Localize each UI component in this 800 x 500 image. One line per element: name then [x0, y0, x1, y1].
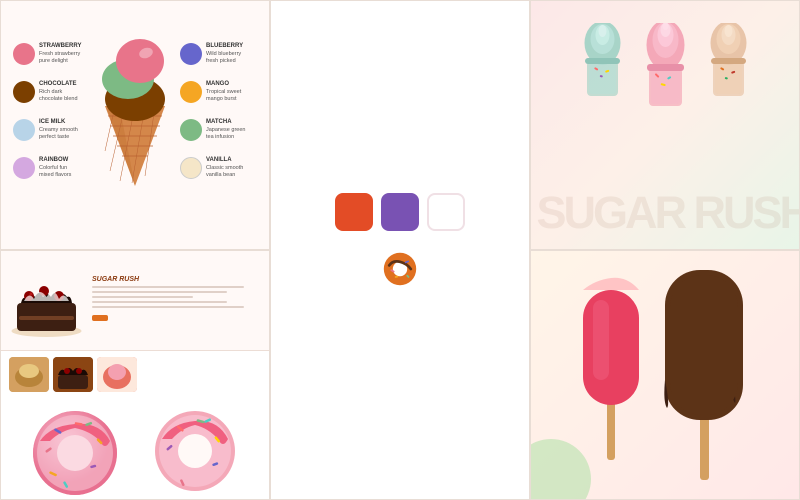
- flavor-text-chocolate: CHOCOLATERich darkchocolate blend: [39, 81, 78, 103]
- flavor-strawberry: STRAWBERRYFresh strawberrypure delight: [13, 43, 90, 65]
- panel-center-logo: [270, 0, 530, 500]
- badge-html5: [335, 193, 373, 231]
- flavor-matcha: MATCHAJapanese greentea infusion: [180, 119, 257, 141]
- flavor-dot-matcha: [180, 119, 202, 141]
- thumb-1: [9, 357, 49, 392]
- cup-caramel-svg: [701, 23, 756, 103]
- cup-strawberry-svg: [638, 23, 693, 113]
- flavor-list-left: STRAWBERRYFresh strawberrypure delight C…: [13, 43, 90, 179]
- cake-line-3: [92, 296, 193, 298]
- flavor-text-strawberry: STRAWBERRYFresh strawberrypure delight: [39, 43, 81, 65]
- flavor-dot-rainbow: [13, 157, 35, 179]
- shop-now-button[interactable]: [92, 315, 108, 321]
- flavor-dot-vanilla: [180, 157, 202, 179]
- tech-badges: [335, 193, 465, 231]
- cake-description-lines: [92, 286, 261, 308]
- cake-line-5: [92, 306, 244, 308]
- panel-ice-cream-flavors: STRAWBERRYFresh strawberrypure delight C…: [0, 0, 270, 250]
- cake-image: [9, 261, 84, 341]
- big-donut-svg: [15, 401, 255, 496]
- cake-line-2: [92, 291, 227, 293]
- thumb-3: [97, 357, 137, 392]
- cake-line-4: [92, 301, 227, 303]
- ice-cream-cups-row: [543, 23, 787, 113]
- flavor-blueberry: BLUEBERRYWild blueberryfresh picked: [180, 43, 257, 65]
- flavor-dot-chocolate: [13, 81, 35, 103]
- brand-logo: [376, 251, 424, 287]
- panel-bottom-left: SUGAR RUSH: [0, 250, 270, 500]
- panel-popsicle: [530, 250, 800, 500]
- flavor-dot-icemilk: [13, 119, 35, 141]
- cup-mint-svg: [575, 23, 630, 103]
- flavor-list-right: BLUEBERRYWild blueberryfresh picked MANG…: [180, 43, 257, 179]
- panel-sugar-rush-hero: SUGAR RUSH: [530, 0, 800, 250]
- donut-big-area: [1, 398, 269, 498]
- cake-content: SUGAR RUSH: [92, 276, 261, 326]
- flavor-rainbow: RAINBOWColorful funmixed flavors: [13, 157, 90, 179]
- ice-cream-cone-illustration: [90, 31, 180, 191]
- flavor-chocolate: CHOCOLATERich darkchocolate blend: [13, 81, 90, 103]
- badge-sass: [427, 193, 465, 231]
- flavor-text-blueberry: BLUEBERRYWild blueberryfresh picked: [206, 43, 243, 65]
- flavor-vanilla: VANILLAClassic smoothvanilla bean: [180, 157, 257, 179]
- cake-thumbnails: [1, 351, 269, 398]
- flavor-mango: MANGOTropical sweetmango burst: [180, 81, 257, 103]
- cup-caramel: [701, 23, 756, 113]
- badge-bootstrap: [381, 193, 419, 231]
- flavor-text-mango: MANGOTropical sweetmango burst: [206, 81, 241, 103]
- flavor-text-icemilk: ICE MILKCreamy smoothperfect taste: [39, 119, 78, 141]
- flavor-text-vanilla: VANILLAClassic smoothvanilla bean: [206, 157, 243, 179]
- flavor-dot-mango: [180, 81, 202, 103]
- cup-strawberry: [638, 23, 693, 113]
- flavor-icemilk: ICE MILKCreamy smoothperfect taste: [13, 119, 90, 141]
- cake-svg: [9, 261, 84, 341]
- donut-logo-icon: [382, 251, 418, 287]
- cake-preview-section: SUGAR RUSH: [1, 251, 269, 351]
- thumb-2: [53, 357, 93, 392]
- cake-line-1: [92, 286, 244, 288]
- flavor-dot-strawberry: [13, 43, 35, 65]
- flavor-text-matcha: MATCHAJapanese greentea infusion: [206, 119, 245, 141]
- cake-title: SUGAR RUSH: [92, 276, 261, 283]
- flavor-dot-blueberry: [180, 43, 202, 65]
- cup-mint: [575, 23, 630, 113]
- flavor-text-rainbow: RAINBOWColorful funmixed flavors: [39, 157, 71, 179]
- sugar-rush-bg-text: SUGAR RUSH: [536, 187, 800, 239]
